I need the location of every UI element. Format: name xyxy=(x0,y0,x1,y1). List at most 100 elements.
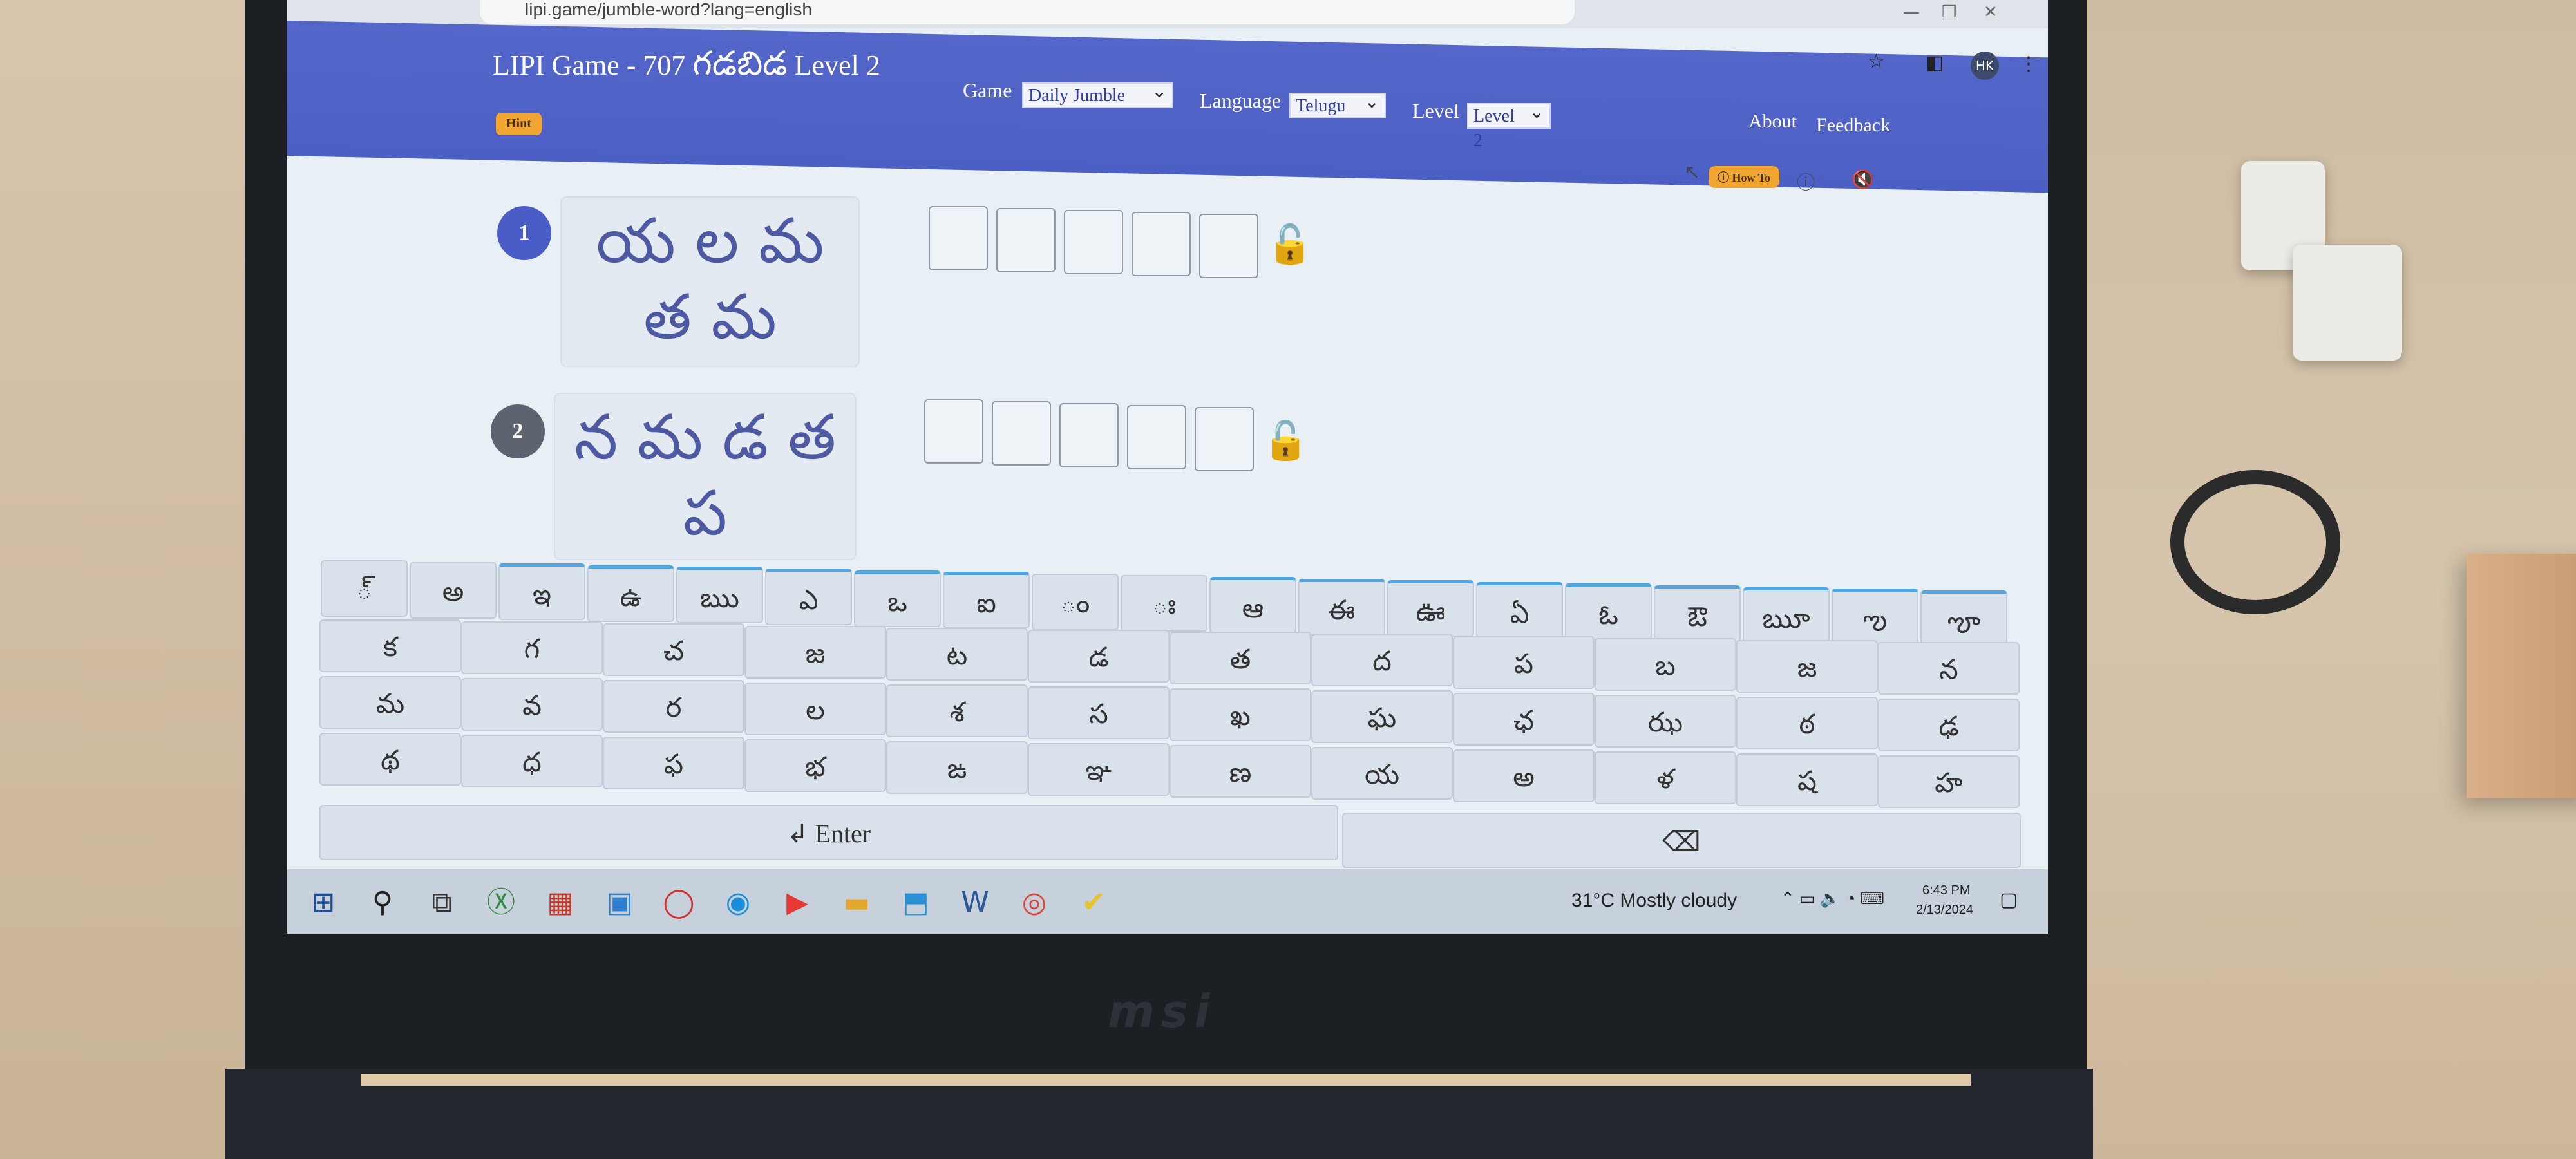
word-icon[interactable]: W xyxy=(958,885,992,920)
key-consonant[interactable]: య xyxy=(1311,747,1453,800)
mute-speaker-icon[interactable]: 🔇 xyxy=(1852,169,1874,190)
unlock-icon[interactable]: 🔓 xyxy=(1267,222,1313,267)
answer-box[interactable] xyxy=(1064,210,1123,274)
about-link[interactable]: About xyxy=(1748,111,1797,133)
flag-app-icon[interactable]: ▦ xyxy=(543,885,578,920)
key-consonant[interactable]: డ xyxy=(1028,630,1170,683)
profile-avatar[interactable]: HK xyxy=(1971,52,1999,80)
key-consonant[interactable]: ప xyxy=(1453,636,1595,689)
key-consonant[interactable]: ఙ xyxy=(886,740,1028,794)
key-vowel[interactable]: ఉ xyxy=(587,565,674,622)
key-consonant[interactable]: అ xyxy=(1453,749,1595,802)
key-vowel[interactable]: ఋ xyxy=(676,567,763,624)
key-vowel[interactable]: ౡ xyxy=(1920,590,2007,647)
key-vowel[interactable]: ఊ xyxy=(1387,580,1474,637)
key-consonant[interactable]: ఝ xyxy=(1595,694,1736,748)
enter-button[interactable]: ↲ Enter xyxy=(319,805,1338,860)
key-consonant[interactable]: బ xyxy=(1595,637,1736,691)
game-select[interactable]: Daily Jumble xyxy=(1022,80,1173,108)
key-consonant[interactable]: ఠ xyxy=(1736,697,1878,749)
answer-box[interactable] xyxy=(929,206,988,270)
backspace-button[interactable]: ⌫ xyxy=(1342,813,2021,868)
key-consonant[interactable]: భ xyxy=(744,739,886,792)
key-vowel[interactable]: ఆ xyxy=(1209,577,1296,634)
menu-dots-icon[interactable]: ⋮ xyxy=(2019,53,2038,75)
key-consonant[interactable]: శ xyxy=(886,684,1028,737)
task-view-icon[interactable]: ⧉ xyxy=(424,885,459,920)
key-vowel[interactable]: ఓ xyxy=(1565,583,1652,641)
edge-icon[interactable]: ◉ xyxy=(721,885,755,920)
key-vowel[interactable]: ఇ xyxy=(498,563,585,621)
youtube-icon[interactable]: ▶ xyxy=(780,885,815,920)
key-consonant[interactable]: హ xyxy=(1878,755,2020,809)
answer-box[interactable] xyxy=(1199,214,1258,278)
key-consonant[interactable]: ల xyxy=(744,682,886,735)
address-bar[interactable]: lipi.game/jumble-word?lang=english xyxy=(480,0,1575,24)
key-consonant[interactable]: ధ xyxy=(461,735,603,788)
key-consonant[interactable]: థ xyxy=(319,733,461,786)
minimize-icon[interactable]: — xyxy=(1903,3,1920,22)
windows-start-icon[interactable]: ⊞ xyxy=(306,885,341,920)
search-icon[interactable]: ⚲ xyxy=(365,885,400,920)
key-consonant[interactable]: ఢ xyxy=(1878,699,2020,752)
key-consonant[interactable]: న xyxy=(1878,642,2020,695)
file-explorer-icon[interactable]: ▬ xyxy=(839,885,874,920)
key-consonant[interactable]: ఞ xyxy=(1028,743,1170,796)
key-consonant[interactable]: ఖ xyxy=(1170,688,1311,742)
close-icon[interactable]: ✕ xyxy=(1984,3,1998,22)
language-select[interactable]: Telugu xyxy=(1289,90,1386,118)
hint-button[interactable]: Hint xyxy=(496,113,542,135)
how-to-button[interactable]: ⓘ How To xyxy=(1709,166,1780,188)
star-icon[interactable]: ☆ xyxy=(1868,50,1885,73)
xbox-icon[interactable]: Ⓧ xyxy=(484,885,518,920)
answer-box[interactable] xyxy=(1132,212,1191,276)
key-consonant[interactable]: ఫ xyxy=(603,737,744,790)
key-consonant[interactable]: మ xyxy=(319,676,461,729)
answer-box[interactable] xyxy=(1059,403,1119,467)
key-consonant[interactable]: జ xyxy=(744,625,886,679)
opera-icon[interactable]: ◯ xyxy=(661,885,696,920)
key-consonant[interactable]: క xyxy=(319,619,461,672)
tasks-app-icon[interactable]: ✔ xyxy=(1076,885,1111,920)
answer-box[interactable] xyxy=(992,401,1051,466)
answer-box[interactable] xyxy=(924,399,983,464)
key-consonant[interactable]: గ xyxy=(461,621,603,675)
answer-box[interactable] xyxy=(996,208,1056,272)
key-vowel[interactable]: ఒ xyxy=(854,570,941,627)
key-consonant[interactable]: త xyxy=(1170,632,1311,685)
key-consonant[interactable]: చ xyxy=(603,623,744,677)
key-vowel[interactable]: ః xyxy=(1121,575,1208,632)
key-consonant[interactable]: ద xyxy=(1311,634,1453,687)
key-vowel[interactable]: ్ xyxy=(321,560,408,617)
key-consonant[interactable]: ణ xyxy=(1170,745,1311,798)
answer-box[interactable] xyxy=(1127,405,1186,469)
key-consonant[interactable]: ర xyxy=(603,680,744,733)
key-vowel[interactable]: ఈ xyxy=(1298,578,1385,636)
key-vowel[interactable]: ఐ xyxy=(943,572,1030,629)
key-consonant[interactable]: ఘ xyxy=(1311,690,1453,744)
key-consonant[interactable]: ళ xyxy=(1595,751,1736,804)
key-vowel[interactable]: ౠ xyxy=(1743,587,1830,644)
key-consonant[interactable]: ష xyxy=(1736,753,1878,806)
feedback-link[interactable]: Feedback xyxy=(1816,115,1890,137)
chrome-icon[interactable]: ◎ xyxy=(1017,885,1052,920)
key-vowel[interactable]: అ xyxy=(410,561,497,619)
key-consonant[interactable]: వ xyxy=(461,678,603,731)
app-installer-icon[interactable]: ⬒ xyxy=(898,885,933,920)
key-vowel[interactable]: ఌ xyxy=(1832,589,1918,646)
key-vowel[interactable]: ఔ xyxy=(1654,585,1741,642)
system-tray-icons[interactable]: ⌃ ▭ 🔈 ◔ ⌨ xyxy=(1781,889,1884,909)
info-icon[interactable]: ⓘ xyxy=(1797,169,1815,194)
key-consonant[interactable]: ఛ xyxy=(1453,692,1595,746)
clock-date[interactable]: 2/13/2024 xyxy=(1916,903,1973,918)
restore-icon[interactable]: ❐ xyxy=(1942,3,1956,22)
clock-time[interactable]: 6:43 PM xyxy=(1922,883,1970,898)
key-vowel[interactable]: ఏ xyxy=(1476,581,1563,639)
answer-box[interactable] xyxy=(1195,407,1254,471)
key-vowel[interactable]: ం xyxy=(1032,573,1119,630)
key-consonant[interactable]: ట xyxy=(886,627,1028,681)
weather-widget[interactable]: 31°C Mostly cloudy xyxy=(1571,890,1737,912)
key-consonant[interactable]: స xyxy=(1028,686,1170,739)
key-vowel[interactable]: ఎ xyxy=(765,569,852,625)
sidebar-icon[interactable]: ◧ xyxy=(1926,52,1944,74)
